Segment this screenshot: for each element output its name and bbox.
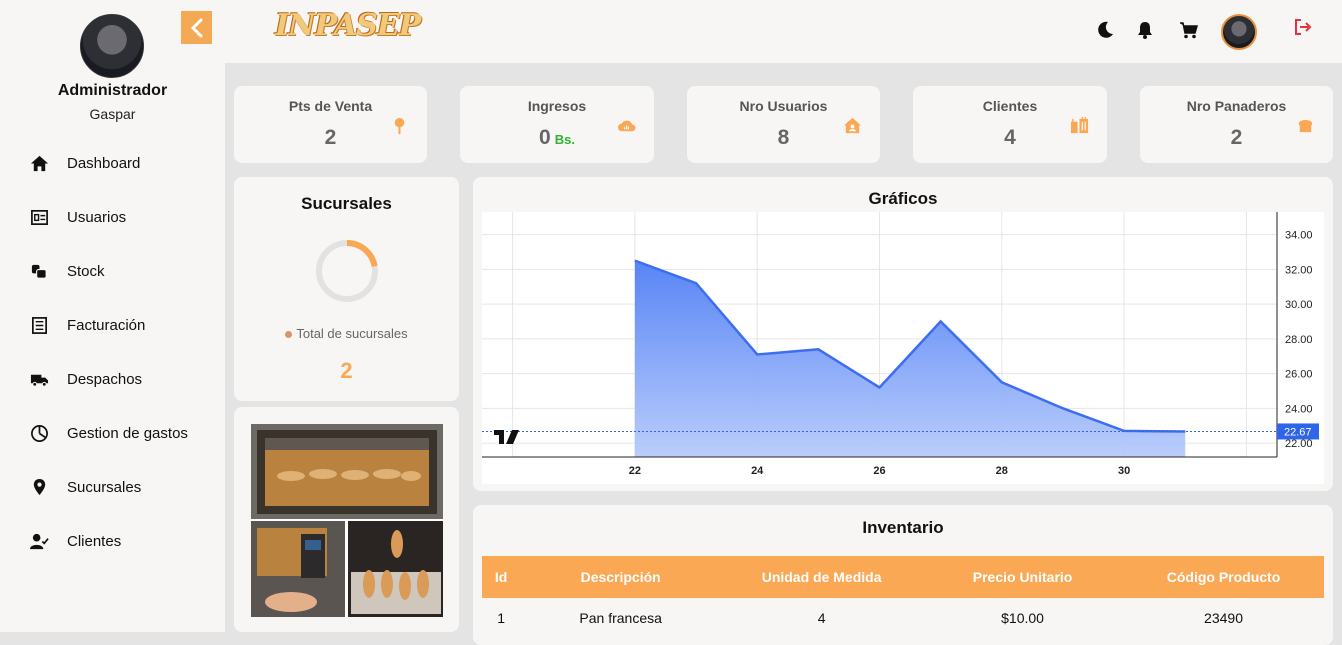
cell-unidad-medida: 4 xyxy=(817,610,826,626)
sidebar-item-label: Dashboard xyxy=(67,154,141,172)
col-unidad-medida[interactable]: Unidad de Medida xyxy=(721,556,923,598)
location-pin-icon xyxy=(33,478,46,495)
chevron-left-icon xyxy=(190,18,202,37)
sidebar-item-facturacion[interactable]: Facturación xyxy=(0,298,225,352)
sucursales-total: 2 xyxy=(340,358,353,383)
cart-icon[interactable] xyxy=(1179,20,1199,40)
user-avatar[interactable] xyxy=(1221,14,1257,50)
y-tick-label: 34.00 xyxy=(1285,230,1313,242)
invoice-icon xyxy=(31,316,48,334)
sidebar-item-gestion-gastos[interactable]: Gestion de gastos xyxy=(0,406,225,460)
y-tick-label: 22.00 xyxy=(1285,438,1313,450)
x-tick-label: 30 xyxy=(1118,465,1130,477)
sidebar-item-label: Despachos xyxy=(67,370,143,388)
sidebar-item-stock[interactable]: Stock xyxy=(0,244,225,298)
truck-icon xyxy=(30,374,49,387)
bakery-photo xyxy=(251,424,443,617)
graficos-card: Gráficos 22 24 26 28 30 34.00 32.00 30.00 28.00 2… xyxy=(473,177,1333,491)
sidebar-item-despachos[interactable]: Despachos xyxy=(0,352,225,406)
stat-card-ingresos: Ingresos 0 Bs. xyxy=(460,86,654,163)
pie-chart-icon xyxy=(31,424,48,442)
stat-card-puntos-venta: Pts de Venta 2 xyxy=(234,86,427,163)
sidebar-item-label: Sucursales xyxy=(67,478,142,496)
inventario-card: Inventario Id Descripción Unidad de Medi… xyxy=(473,505,1333,645)
user-role: Administrador xyxy=(57,82,168,99)
luggage-icon xyxy=(1070,116,1089,134)
sidebar: Administrador Gaspar Dashboard Usuarios … xyxy=(0,0,225,632)
stat-card-nro-panaderos: Nro Panaderos 2 xyxy=(1140,86,1333,163)
sidebar-item-label: Stock xyxy=(67,262,105,280)
stat-title: Ingresos xyxy=(527,98,587,114)
id-card-icon xyxy=(31,209,48,225)
last-value-badge: 22.67 xyxy=(1277,423,1319,440)
col-codigo-producto[interactable]: Código Producto xyxy=(1123,556,1324,598)
sidebar-item-dashboard[interactable]: Dashboard xyxy=(0,136,225,190)
sidebar-item-label: Usuarios xyxy=(67,208,127,226)
y-tick-label: 32.00 xyxy=(1285,264,1313,276)
home-icon xyxy=(30,155,49,171)
stat-title: Nro Panaderos xyxy=(1186,98,1287,114)
stat-title: Pts de Venta xyxy=(288,98,373,114)
table-header-row: Id Descripción Unidad de Medida Precio U… xyxy=(482,556,1324,598)
app-logo[interactable]: INPASEP xyxy=(275,8,421,43)
table-row[interactable]: 1 Pan francesa 4 $10.00 23490 xyxy=(482,598,1324,638)
location-pin-icon xyxy=(394,117,405,135)
top-bar: INPASEP xyxy=(225,0,1342,63)
legend-dot-icon xyxy=(285,331,293,339)
house-icon xyxy=(843,117,862,134)
stat-title: Nro Usuarios xyxy=(739,98,828,114)
stat-card-clientes: Clientes 4 xyxy=(913,86,1107,163)
currency-unit: Bs. xyxy=(554,132,575,147)
sidebar-item-label: Facturación xyxy=(67,316,146,334)
graficos-title: Gráficos xyxy=(868,189,938,208)
last-value-badge-label: 22.67 xyxy=(1284,426,1312,438)
user-name: Gaspar xyxy=(89,106,136,122)
x-tick-label: 22 xyxy=(629,465,641,477)
col-id[interactable]: Id xyxy=(482,556,521,598)
x-tick-label: 26 xyxy=(873,465,885,477)
profile-avatar[interactable] xyxy=(80,14,144,78)
cell-descripcion: Pan francesa xyxy=(579,610,662,626)
x-tick-label: 24 xyxy=(751,465,764,477)
sidebar-item-sucursales[interactable]: Sucursales xyxy=(0,460,225,514)
bakery-photo-card xyxy=(234,407,459,632)
cell-id: 1 xyxy=(497,610,505,626)
bell-icon[interactable] xyxy=(1135,20,1155,40)
sucursales-title: Sucursales xyxy=(301,194,392,213)
bread-icon xyxy=(1298,120,1313,133)
sucursales-card: Sucursales Total de sucursales 2 xyxy=(234,177,459,401)
sucursales-donut xyxy=(316,240,378,302)
sidebar-item-clientes[interactable]: Clientes xyxy=(0,514,225,568)
sucursales-legend: Total de sucursales xyxy=(234,326,459,341)
y-tick-label: 24.00 xyxy=(1285,403,1313,415)
y-tick-label: 28.00 xyxy=(1285,334,1313,346)
user-check-icon xyxy=(30,533,49,549)
col-precio-unitario[interactable]: Precio Unitario xyxy=(922,556,1124,598)
col-descripcion[interactable]: Descripción xyxy=(520,556,722,598)
stat-title: Clientes xyxy=(982,98,1038,114)
y-tick-label: 30.00 xyxy=(1285,299,1313,311)
stock-icon xyxy=(31,264,47,279)
cloud-icon xyxy=(617,120,636,132)
moon-icon[interactable] xyxy=(1095,20,1115,40)
price-area-chart[interactable]: 22 24 26 28 30 34.00 32.00 30.00 28.00 26.00 24.00… xyxy=(482,212,1324,484)
stat-card-nro-usuarios: Nro Usuarios 8 xyxy=(687,86,880,163)
sidebar-item-label: Clientes xyxy=(67,532,122,550)
logout-icon[interactable] xyxy=(1293,17,1313,37)
inventario-table: Id Descripción Unidad de Medida Precio U… xyxy=(482,556,1324,638)
x-tick-label: 28 xyxy=(996,465,1008,477)
inventario-title: Inventario xyxy=(862,518,944,537)
collapse-sidebar-button[interactable] xyxy=(181,11,212,44)
sidebar-item-label: Gestion de gastos xyxy=(67,424,188,442)
y-tick-label: 26.00 xyxy=(1285,369,1313,381)
sidebar-nav: Dashboard Usuarios Stock Facturación Des… xyxy=(0,136,225,568)
cell-precio-unitario: $10.00 xyxy=(1001,610,1044,626)
sidebar-item-usuarios[interactable]: Usuarios xyxy=(0,190,225,244)
cell-codigo-producto: 23490 xyxy=(1204,610,1243,626)
